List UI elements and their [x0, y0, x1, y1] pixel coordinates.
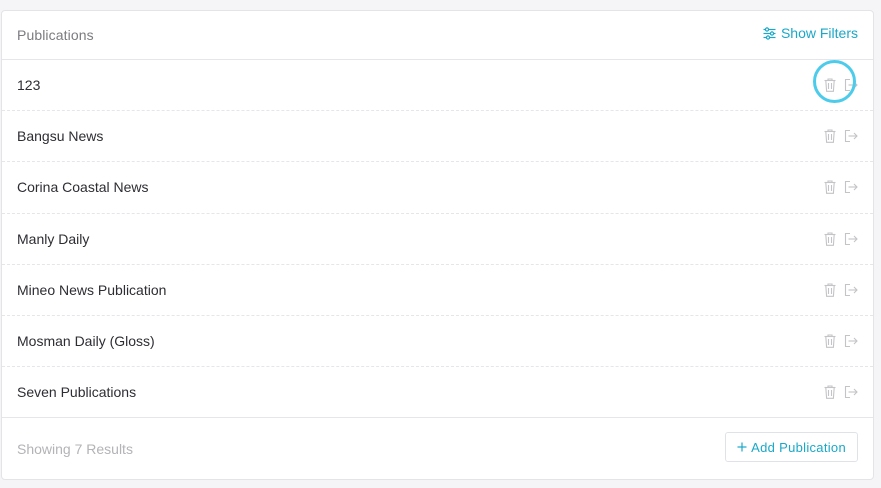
publication-name: 123 [17, 77, 41, 93]
trash-icon[interactable] [824, 180, 836, 199]
publication-list: 123 Bangsu News Corina Coastal News Manl… [2, 60, 873, 419]
publication-row[interactable]: Mosman Daily (Gloss) [2, 316, 873, 368]
publication-name: Manly Daily [17, 230, 90, 247]
results-count: Showing 7 Results [17, 441, 133, 457]
panel-header: Publications Show Filters [2, 11, 873, 60]
row-actions [824, 385, 858, 404]
exit-icon[interactable] [844, 232, 858, 251]
trash-icon[interactable] [824, 283, 836, 302]
row-actions [824, 129, 858, 148]
publication-name: Seven Publications [17, 384, 137, 401]
exit-icon[interactable] [844, 180, 858, 199]
exit-icon[interactable] [844, 334, 858, 353]
panel-footer: Showing 7 Results Add Publication [2, 417, 873, 479]
publication-name: Bangsu News [17, 128, 104, 145]
publication-row[interactable]: Seven Publications [2, 367, 873, 419]
row-actions [824, 334, 858, 353]
row-actions [824, 78, 858, 97]
exit-icon[interactable] [844, 385, 858, 404]
trash-icon[interactable] [824, 232, 836, 251]
show-filters-button[interactable]: Show Filters [763, 25, 858, 41]
trash-icon[interactable] [824, 334, 836, 353]
add-publication-button[interactable]: Add Publication [725, 432, 858, 462]
trash-icon[interactable] [824, 385, 836, 404]
exit-icon[interactable] [844, 129, 858, 148]
exit-icon[interactable] [844, 78, 858, 97]
publication-row[interactable]: Corina Coastal News [2, 162, 873, 214]
publication-name: Mosman Daily (Gloss) [17, 332, 155, 349]
add-publication-label: Add Publication [751, 439, 846, 455]
publication-name: Corina Coastal News [17, 179, 149, 196]
trash-icon[interactable] [824, 129, 836, 148]
trash-icon[interactable] [824, 78, 836, 97]
publication-row[interactable]: 123 [2, 60, 873, 112]
row-actions [824, 232, 858, 251]
plus-icon [737, 440, 747, 455]
row-actions [824, 180, 858, 199]
exit-icon[interactable] [844, 283, 858, 302]
publication-row[interactable]: Bangsu News [2, 111, 873, 163]
publication-row[interactable]: Manly Daily [2, 214, 873, 265]
show-filters-label: Show Filters [780, 25, 858, 41]
row-actions [824, 283, 858, 302]
publications-panel: Publications Show Filters 123 Bangsu New… [1, 10, 874, 480]
publication-name: Mineo News Publication [17, 281, 167, 298]
panel-title: Publications [17, 27, 94, 43]
publication-row[interactable]: Mineo News Publication [2, 265, 873, 316]
sliders-icon [763, 26, 776, 40]
